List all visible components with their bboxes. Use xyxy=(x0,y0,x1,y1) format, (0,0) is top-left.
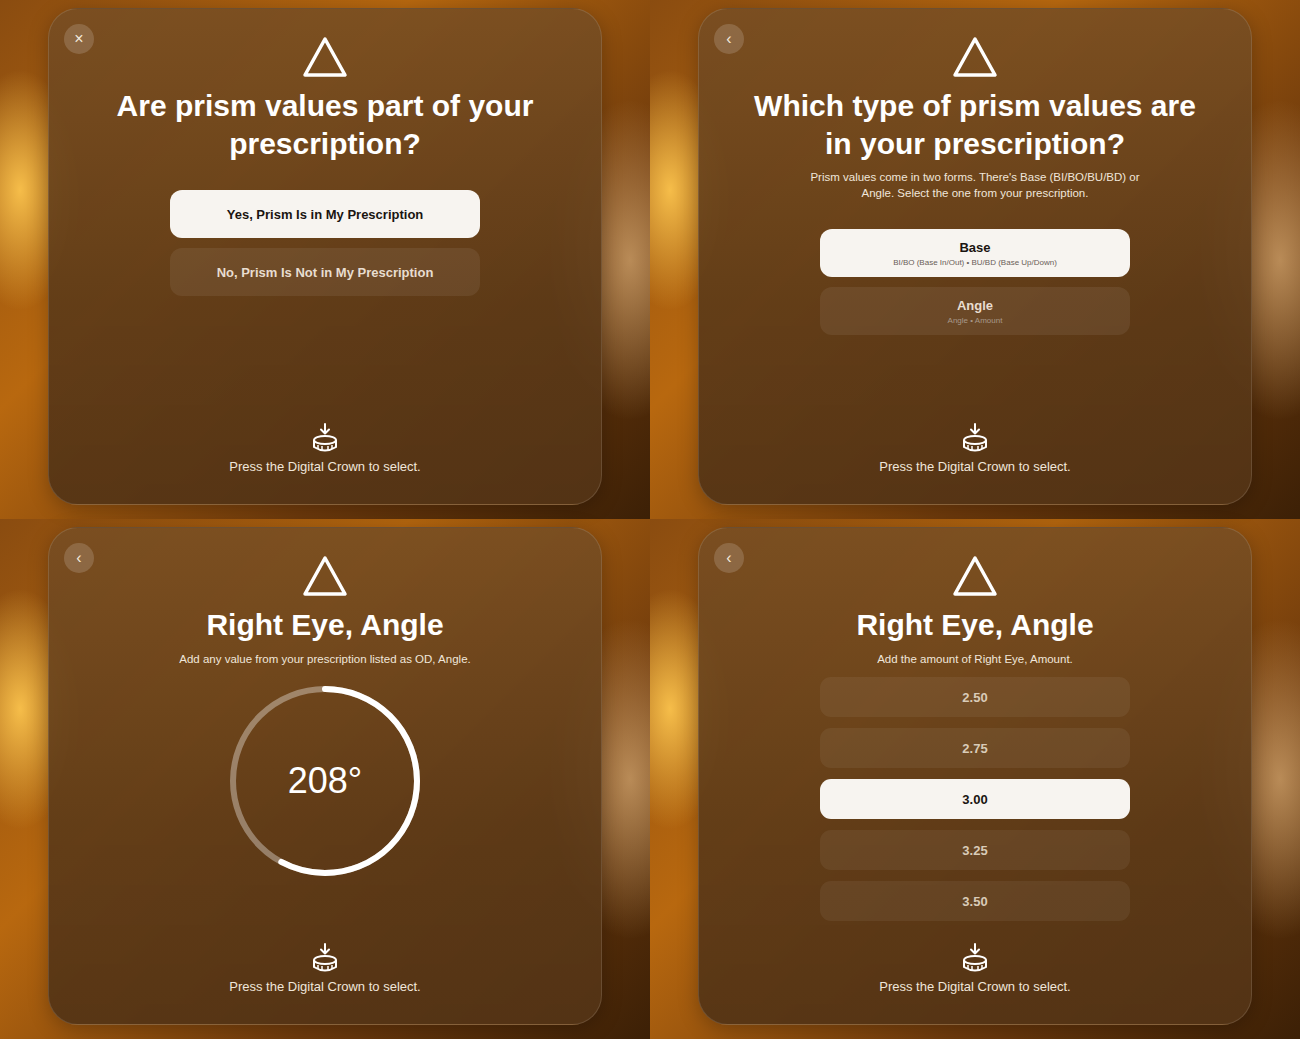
option-list: Base BI/BO (Base In/Out) • BU/BD (Base Up… xyxy=(820,229,1130,335)
background-scene: ‹ Right Eye, Angle Add any value from your… xyxy=(0,519,650,1039)
dialog-title: Right Eye, Angle xyxy=(856,606,1093,644)
back-button[interactable]: ‹ xyxy=(714,24,744,54)
digital-crown-icon xyxy=(961,423,989,453)
hint-text: Press the Digital Crown to select. xyxy=(229,459,420,474)
option-label: Angle xyxy=(957,298,993,313)
picker-row[interactable]: 2.50 xyxy=(820,677,1130,717)
picker-row[interactable]: 2.75 xyxy=(820,728,1130,768)
hint-text: Press the Digital Crown to select. xyxy=(879,459,1070,474)
option-label: Base xyxy=(959,240,990,255)
dialog-subtitle: Add any value from your prescription lis… xyxy=(179,652,470,668)
background-scene: ‹ Right Eye, Angle Add the amount of Right… xyxy=(650,519,1300,1039)
option-button[interactable]: Angle Angle • Amount xyxy=(820,287,1130,335)
option-button[interactable]: Base BI/BO (Base In/Out) • BU/BD (Base Up… xyxy=(820,229,1130,277)
hint-text: Press the Digital Crown to select. xyxy=(229,979,420,994)
back-button[interactable]: ‹ xyxy=(64,543,94,573)
background-scene: × Are prism values part of your prescript… xyxy=(0,0,650,519)
picker-row[interactable]: 3.25 xyxy=(820,830,1130,870)
setup-dialog: × Are prism values part of your prescript… xyxy=(48,8,602,505)
option-label: No, Prism Is Not in My Prescription xyxy=(217,265,434,280)
value-picker: 2.50 2.75 3.00 3.25 3.50 xyxy=(820,677,1130,921)
picker-row[interactable]: 3.50 xyxy=(820,881,1130,921)
setup-dialog: ‹ Right Eye, Angle Add any value from your… xyxy=(48,527,602,1025)
digital-crown-icon xyxy=(311,943,339,973)
hint-text: Press the Digital Crown to select. xyxy=(879,979,1070,994)
option-button[interactable]: No, Prism Is Not in My Prescription xyxy=(170,248,480,296)
option-detail: BI/BO (Base In/Out) • BU/BD (Base Up/Dow… xyxy=(893,258,1057,267)
crown-hint: Press the Digital Crown to select. xyxy=(229,943,420,998)
setup-dialog: ‹ Right Eye, Angle Add the amount of Right… xyxy=(698,527,1252,1025)
dialog-title: Are prism values part of your prescripti… xyxy=(100,87,550,162)
option-button[interactable]: Yes, Prism Is in My Prescription xyxy=(170,190,480,238)
back-button[interactable]: ‹ xyxy=(714,543,744,573)
option-label: Yes, Prism Is in My Prescription xyxy=(227,207,424,222)
warning-triangle-icon xyxy=(301,35,349,79)
dialog-subtitle: Prism values come in two forms. There's … xyxy=(805,170,1145,201)
warning-triangle-icon xyxy=(951,35,999,79)
background-scene: ‹ Which type of prism values are in your … xyxy=(650,0,1300,519)
dial-value: 208° xyxy=(225,681,425,881)
warning-triangle-icon xyxy=(301,554,349,598)
digital-crown-icon xyxy=(961,943,989,973)
dialog-title: Right Eye, Angle xyxy=(206,606,443,644)
crown-hint: Press the Digital Crown to select. xyxy=(229,423,420,478)
crown-hint: Press the Digital Crown to select. xyxy=(879,943,1070,998)
angle-dial[interactable]: 208° xyxy=(225,681,425,881)
dialog-title: Which type of prism values are in your p… xyxy=(750,87,1200,162)
setup-dialog: ‹ Which type of prism values are in your … xyxy=(698,8,1252,505)
option-detail: Angle • Amount xyxy=(948,316,1003,325)
dialog-subtitle: Add the amount of Right Eye, Amount. xyxy=(877,652,1073,668)
picker-row[interactable]: 3.00 xyxy=(820,779,1130,819)
close-button[interactable]: × xyxy=(64,24,94,54)
warning-triangle-icon xyxy=(951,554,999,598)
crown-hint: Press the Digital Crown to select. xyxy=(879,423,1070,478)
digital-crown-icon xyxy=(311,423,339,453)
option-list: Yes, Prism Is in My Prescription No, Pris… xyxy=(170,190,480,296)
